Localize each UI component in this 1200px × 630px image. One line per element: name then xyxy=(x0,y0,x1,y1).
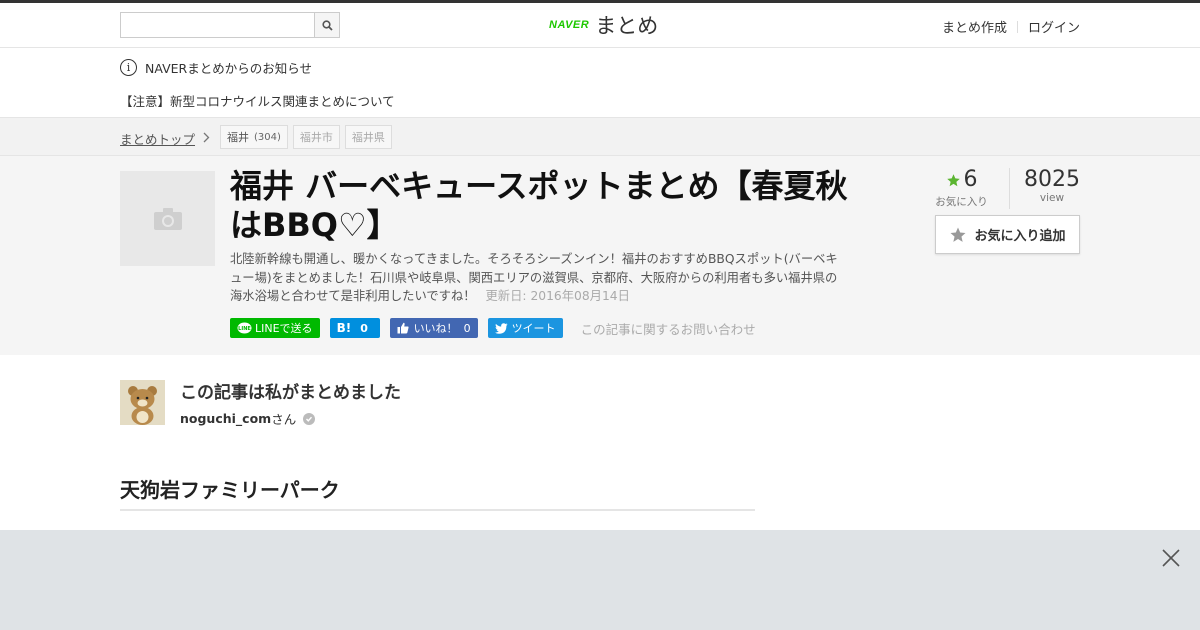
close-overlay-button[interactable] xyxy=(1161,548,1181,568)
notice-link[interactable]: 【注意】新型コロナウイルス関連まとめについて xyxy=(120,91,395,110)
add-favorite-label: お気に入り追加 xyxy=(974,229,1066,244)
article-stats: 6 お気に入り 8025 view xyxy=(928,168,1080,209)
close-icon xyxy=(1162,549,1180,567)
notice-heading: i NAVERまとめからのお知らせ xyxy=(120,58,312,77)
logo-brand: NAVER xyxy=(549,19,590,31)
login-link[interactable]: ログイン xyxy=(1028,17,1080,36)
author-suffix: さん xyxy=(271,412,297,427)
tag-list: 福井 (304) 福井市 福井県 xyxy=(220,125,397,149)
star-icon xyxy=(950,227,966,242)
line-share-label: LINEで送る xyxy=(255,322,313,335)
article-header: 福井 バーベキュースポットまとめ【春夏秋はBBQ♡】 北陸新幹線も開通し、暖かく… xyxy=(0,156,1200,355)
verified-check-icon xyxy=(303,412,316,425)
inquiry-link[interactable]: この記事に関するお問い合わせ xyxy=(581,319,756,338)
article-thumbnail xyxy=(120,171,215,266)
favorites-count: 6 xyxy=(963,167,978,192)
info-icon: i xyxy=(120,59,137,76)
site-logo[interactable]: NAVER まとめ xyxy=(549,10,658,40)
author-name-row: noguchi_com さん xyxy=(180,409,316,428)
breadcrumb-home-link[interactable]: まとめトップ xyxy=(120,129,210,148)
line-share-button[interactable]: LINE LINEで送る xyxy=(230,318,320,338)
tag-fukui-prefecture[interactable]: 福井県 xyxy=(344,125,392,149)
article-description: 北陸新幹線も開通し、暖かくなってきました。そろそろシーズンイン！福井のおすすめB… xyxy=(230,250,840,306)
breadcrumb-home-label: まとめトップ xyxy=(120,132,196,147)
create-matome-link[interactable]: まとめ作成 xyxy=(942,17,1007,36)
views-count: 8025 xyxy=(1024,167,1080,192)
favorites-label: お気に入り xyxy=(935,196,988,208)
twitter-bird-icon xyxy=(494,322,508,334)
bottom-ad-overlay xyxy=(0,530,1200,630)
section-heading: 天狗岩ファミリーパーク xyxy=(120,474,755,511)
star-icon xyxy=(946,173,960,186)
facebook-like-button[interactable]: いいね！ 0 xyxy=(389,318,478,338)
fb-like-label: いいね！ xyxy=(413,322,458,335)
favorites-stat: 6 お気に入り xyxy=(928,168,1010,209)
tweet-label: ツイート xyxy=(511,322,556,335)
tag-count: (304) xyxy=(254,131,281,143)
hatena-icon: B! xyxy=(336,321,352,335)
search-input[interactable] xyxy=(121,13,315,37)
search-icon xyxy=(321,19,333,31)
tag-label: 福井市 xyxy=(299,131,333,144)
notice-area: i NAVERまとめからのお知らせ 【注意】新型コロナウイルス関連まとめについて xyxy=(0,48,1200,118)
author-name[interactable]: noguchi_com xyxy=(180,411,271,426)
views-label: view xyxy=(1039,192,1065,204)
notice-heading-text: NAVERまとめからのお知らせ xyxy=(145,61,312,76)
fb-like-count: 0 xyxy=(463,321,471,335)
share-buttons: LINE LINEで送る B! 0 いいね！ 0 ツイート この記事に関するお問… xyxy=(230,318,756,338)
chevron-right-icon xyxy=(203,132,210,146)
divider xyxy=(1016,20,1018,33)
tag-fukui[interactable]: 福井 (304) xyxy=(220,125,288,149)
top-navigation-bar: NAVER まとめ まとめ作成 ログイン xyxy=(0,0,1200,48)
hatena-count: 0 xyxy=(360,321,368,335)
tag-label: 福井 xyxy=(227,131,249,144)
thumbs-up-icon xyxy=(397,322,409,334)
svg-text:LINE: LINE xyxy=(238,326,251,332)
avatar[interactable] xyxy=(120,380,165,425)
updated-date: 更新日: 2016年08月14日 xyxy=(485,289,630,303)
search-button[interactable] xyxy=(314,13,339,37)
favorites-count-row: 6 xyxy=(928,168,995,192)
views-stat: 8025 view xyxy=(1010,167,1080,205)
tweet-button[interactable]: ツイート xyxy=(487,318,563,338)
add-favorite-button[interactable]: お気に入り追加 xyxy=(935,215,1080,254)
search-box xyxy=(120,12,340,38)
logo-text: まとめ xyxy=(595,14,659,38)
tag-label: 福井県 xyxy=(351,131,385,144)
hatena-bookmark-button[interactable]: B! 0 xyxy=(329,318,380,338)
line-icon: LINE xyxy=(237,322,252,333)
camera-icon xyxy=(153,207,182,230)
tag-fukui-city[interactable]: 福井市 xyxy=(292,125,340,149)
breadcrumb: まとめトップ 福井 (304) 福井市 福井県 xyxy=(0,118,1200,156)
article-title: 福井 バーベキュースポットまとめ【春夏秋はBBQ♡】 xyxy=(230,167,848,244)
header-links: まとめ作成 ログイン xyxy=(942,17,1080,36)
author-heading: この記事は私がまとめました xyxy=(180,383,401,403)
